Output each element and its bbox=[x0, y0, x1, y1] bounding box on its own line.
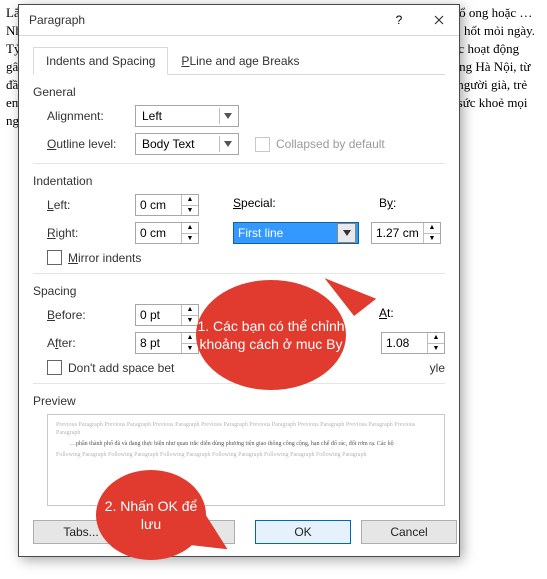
at-value: 1.08 bbox=[386, 336, 409, 350]
before-value: 0 pt bbox=[140, 308, 160, 322]
close-button[interactable] bbox=[419, 5, 459, 35]
label-before: Before: bbox=[33, 308, 135, 322]
special-combo[interactable]: First line bbox=[233, 222, 359, 244]
after-value: 8 pt bbox=[140, 336, 160, 350]
cancel-button[interactable]: Cancel bbox=[361, 520, 457, 544]
preview-faint-before: Previous Paragraph Previous Paragraph Pr… bbox=[56, 421, 436, 437]
dialog-title: Paragraph bbox=[19, 13, 379, 27]
spin-down-icon[interactable]: ▼ bbox=[428, 344, 444, 354]
special-value: First line bbox=[238, 226, 283, 240]
label-right: Right: bbox=[33, 226, 135, 240]
preview-body: …phần thành phố đã và đang thực hiện như… bbox=[70, 440, 436, 448]
spin-down-icon[interactable]: ▼ bbox=[424, 234, 440, 244]
close-icon bbox=[434, 15, 444, 25]
label-at: At: bbox=[379, 306, 445, 320]
chevron-down-icon bbox=[219, 108, 236, 124]
tab-indents-spacing[interactable]: Indents and Spacing bbox=[33, 47, 168, 75]
indent-left-value: 0 cm bbox=[140, 198, 166, 212]
label-outline: Outline level: bbox=[33, 137, 135, 151]
label-after: After: bbox=[33, 336, 135, 350]
outline-value: Body Text bbox=[142, 137, 194, 151]
trailing-style-text: yle bbox=[430, 361, 445, 375]
help-button[interactable]: ? bbox=[379, 5, 419, 35]
label-dontadd: Don't add space bet bbox=[68, 361, 174, 375]
ok-button[interactable]: OK bbox=[255, 520, 351, 544]
callout-2: 2. Nhấn OK để lưu bbox=[96, 470, 206, 560]
at-spinner[interactable]: 1.08 ▲▼ bbox=[381, 332, 445, 354]
indent-right-spinner[interactable]: 0 cm ▲▼ bbox=[135, 222, 199, 244]
chevron-down-icon bbox=[219, 136, 236, 152]
mirror-checkbox[interactable] bbox=[47, 250, 62, 265]
chevron-down-icon bbox=[337, 223, 356, 243]
label-left: Left: bbox=[33, 198, 135, 212]
after-spinner[interactable]: 8 pt ▲▼ bbox=[135, 332, 199, 354]
titlebar: Paragraph ? bbox=[19, 5, 459, 36]
indent-left-spinner[interactable]: 0 cm ▲▼ bbox=[135, 194, 199, 216]
tab-line-page-breaks[interactable]: PLine and age Breaks bbox=[168, 47, 312, 75]
before-spinner[interactable]: 0 pt ▲▼ bbox=[135, 304, 199, 326]
dontadd-checkbox[interactable] bbox=[47, 360, 62, 375]
spin-up-icon[interactable]: ▲ bbox=[182, 305, 198, 316]
label-alignment: Alignment: bbox=[33, 109, 135, 123]
alignment-value: Left bbox=[142, 109, 162, 123]
outline-combo[interactable]: Body Text bbox=[135, 133, 239, 155]
section-preview: Preview bbox=[33, 394, 445, 408]
label-by: By: bbox=[379, 196, 445, 210]
label-special: Special: bbox=[233, 196, 276, 210]
tabstrip: Indents and Spacing PLine and age Breaks bbox=[33, 46, 445, 75]
section-general: General bbox=[33, 85, 445, 99]
callout-1: 1. Các bạn có thể chỉnh khoảng cách ở mụ… bbox=[196, 280, 346, 390]
divider bbox=[33, 163, 445, 164]
section-indentation: Indentation bbox=[33, 174, 445, 188]
collapsed-checkbox bbox=[255, 137, 270, 152]
alignment-combo[interactable]: Left bbox=[135, 105, 239, 127]
spin-up-icon[interactable]: ▲ bbox=[428, 333, 444, 344]
indent-right-value: 0 cm bbox=[140, 226, 166, 240]
spin-up-icon[interactable]: ▲ bbox=[182, 195, 198, 206]
spin-up-icon[interactable]: ▲ bbox=[424, 223, 440, 234]
label-collapsed: Collapsed by default bbox=[276, 137, 385, 151]
spin-down-icon[interactable]: ▼ bbox=[182, 206, 198, 216]
spin-down-icon[interactable]: ▼ bbox=[182, 234, 198, 244]
spin-up-icon[interactable]: ▲ bbox=[182, 223, 198, 234]
label-mirror: Mirror indents bbox=[68, 251, 141, 265]
preview-faint-after: Following Paragraph Following Paragraph … bbox=[56, 451, 436, 459]
